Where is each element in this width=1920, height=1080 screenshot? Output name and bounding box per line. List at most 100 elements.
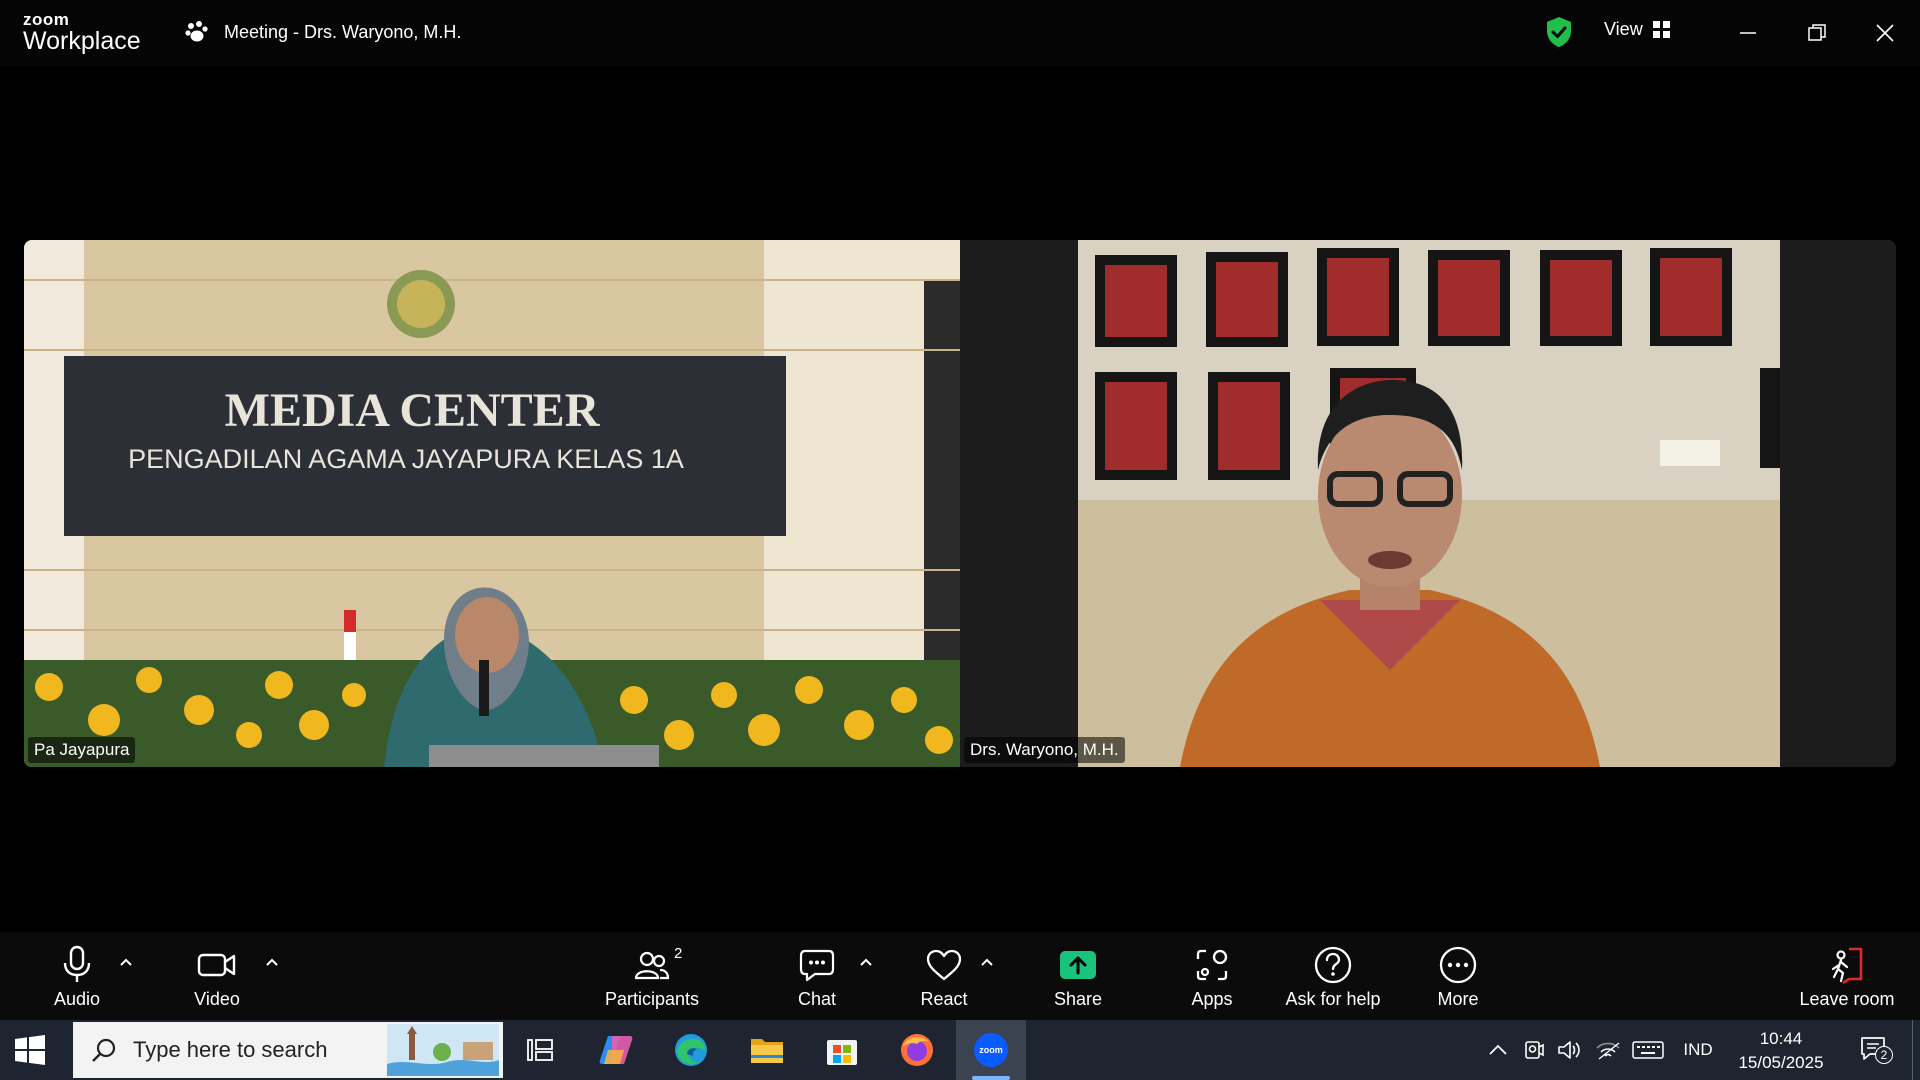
meeting-stage: MEDIA CENTER PENGADILAN AGAMA JAYAPURA K… bbox=[0, 66, 1920, 932]
view-button[interactable]: View bbox=[1604, 19, 1671, 40]
language-label: IND bbox=[1683, 1040, 1713, 1059]
video-options-caret[interactable] bbox=[262, 952, 282, 972]
chevron-up-icon bbox=[266, 958, 278, 966]
meeting-title-text: Meeting - Drs. Waryono, M.H. bbox=[224, 21, 462, 42]
file-explorer-button[interactable] bbox=[747, 1030, 787, 1070]
webcam-icon bbox=[1525, 1041, 1544, 1059]
search-highlight-illustration bbox=[387, 1024, 499, 1076]
meet-now-button[interactable] bbox=[1520, 1038, 1548, 1062]
chat-label: Chat bbox=[797, 989, 837, 1009]
chevron-up-icon bbox=[120, 958, 132, 966]
meeting-toolbar: Audio Video 2 Participants Chat React Sh… bbox=[0, 932, 1920, 1020]
heart-icon bbox=[926, 949, 962, 981]
restore-button[interactable] bbox=[1799, 15, 1835, 51]
view-label: View bbox=[1604, 19, 1643, 39]
chat-icon bbox=[799, 949, 835, 982]
share-button[interactable]: Share bbox=[1018, 942, 1138, 1010]
participant-name-tag: Pa Jayapura bbox=[28, 737, 136, 763]
participants-label: Participants bbox=[604, 989, 700, 1009]
sign-line-1: MEDIA CENTER bbox=[225, 384, 601, 437]
zoom-taskbar-button[interactable]: zoom bbox=[971, 1030, 1011, 1070]
microsoft-store-button[interactable] bbox=[822, 1030, 862, 1070]
minimize-icon bbox=[1740, 32, 1756, 34]
logo-small-text: zoom bbox=[23, 10, 70, 29]
clock-date: 15/05/2025 bbox=[1738, 1053, 1824, 1072]
audio-options-caret[interactable] bbox=[116, 952, 136, 972]
grid-icon bbox=[1652, 20, 1670, 38]
video-tile-drs-waryono[interactable]: Drs. Waryono, M.H. bbox=[960, 240, 1896, 767]
apps-label: Apps bbox=[1191, 989, 1233, 1009]
logo-big-text: Workplace bbox=[23, 27, 141, 55]
speaker-icon bbox=[1558, 1041, 1580, 1059]
ask-for-help-label: Ask for help bbox=[1285, 989, 1381, 1009]
audio-label: Audio bbox=[53, 989, 101, 1009]
chevron-up-icon bbox=[981, 958, 993, 966]
video-camera-icon bbox=[197, 953, 236, 977]
leave-room-button[interactable]: Leave room bbox=[1787, 942, 1907, 1010]
touch-keyboard-button[interactable] bbox=[1630, 1038, 1666, 1062]
chat-options-caret[interactable] bbox=[856, 952, 876, 972]
close-button[interactable] bbox=[1867, 15, 1903, 51]
leave-room-label: Leave room bbox=[1799, 989, 1895, 1009]
more-button[interactable]: More bbox=[1398, 942, 1518, 1010]
copilot-button[interactable] bbox=[596, 1030, 636, 1070]
firefox-icon bbox=[901, 1034, 933, 1066]
shield-check-icon[interactable] bbox=[1545, 16, 1573, 48]
share-label: Share bbox=[1053, 989, 1103, 1009]
show-hidden-icons-button[interactable] bbox=[1486, 1038, 1510, 1062]
leave-room-icon bbox=[1831, 947, 1863, 985]
more-icon bbox=[1439, 946, 1477, 984]
video-button[interactable]: Video bbox=[157, 942, 277, 1010]
volume-button[interactable] bbox=[1555, 1038, 1583, 1062]
show-desktop-strip[interactable] bbox=[1912, 1020, 1920, 1080]
chevron-up-icon bbox=[1489, 1044, 1507, 1055]
file-explorer-icon bbox=[751, 1039, 783, 1063]
task-view-icon bbox=[527, 1039, 553, 1061]
windows-start-icon[interactable] bbox=[14, 1034, 46, 1066]
wifi-icon bbox=[1596, 1042, 1620, 1060]
edge-icon bbox=[675, 1034, 707, 1066]
notification-center-button[interactable]: 2 bbox=[1856, 1034, 1896, 1066]
restore-icon bbox=[1808, 24, 1826, 41]
help-icon bbox=[1314, 946, 1352, 984]
search-icon bbox=[92, 1038, 116, 1062]
svg-text:zoom: zoom bbox=[979, 1045, 1003, 1055]
active-task-indicator bbox=[972, 1076, 1010, 1080]
participants-count: 2 bbox=[674, 945, 683, 962]
zoom-icon: zoom bbox=[974, 1033, 1008, 1067]
share-screen-icon bbox=[1060, 951, 1096, 979]
participant-name-tag: Drs. Waryono, M.H. bbox=[964, 737, 1125, 763]
edge-button[interactable] bbox=[671, 1030, 711, 1070]
video-tile-pa-jayapura[interactable]: MEDIA CENTER PENGADILAN AGAMA JAYAPURA K… bbox=[24, 240, 960, 767]
react-label: React bbox=[920, 989, 968, 1009]
microsoft-store-icon bbox=[827, 1040, 857, 1065]
taskbar-search-box[interactable]: Type here to search bbox=[73, 1022, 503, 1078]
minimize-button[interactable] bbox=[1730, 15, 1766, 51]
more-label: More bbox=[1437, 989, 1479, 1009]
video-feed-drs-waryono bbox=[960, 240, 1896, 767]
title-bar: zoom Workplace Meeting - Drs. Waryono, M… bbox=[0, 0, 1920, 66]
sign-line-2: PENGADILAN AGAMA JAYAPURA KELAS 1A bbox=[128, 444, 684, 474]
participants-button[interactable]: 2 Participants bbox=[592, 942, 712, 1010]
notification-count: 2 bbox=[1875, 1046, 1893, 1064]
paw-icon bbox=[185, 21, 208, 42]
network-button[interactable] bbox=[1592, 1038, 1624, 1062]
zoom-workplace-logo: zoom Workplace bbox=[23, 11, 141, 54]
taskbar-clock[interactable]: 10:44 15/05/2025 bbox=[1726, 1027, 1836, 1075]
input-language-indicator[interactable]: IND bbox=[1676, 1038, 1720, 1062]
windows-taskbar: Type here to search zoom IND 10:44 15/05… bbox=[0, 1020, 1920, 1080]
video-label: Video bbox=[194, 989, 240, 1009]
search-placeholder: Type here to search bbox=[133, 1037, 328, 1062]
video-gallery: MEDIA CENTER PENGADILAN AGAMA JAYAPURA K… bbox=[24, 240, 1896, 767]
meeting-title: Meeting - Drs. Waryono, M.H. bbox=[184, 19, 461, 45]
firefox-button[interactable] bbox=[897, 1030, 937, 1070]
ask-for-help-button[interactable]: Ask for help bbox=[1273, 942, 1393, 1010]
chevron-up-icon bbox=[860, 958, 872, 966]
close-icon bbox=[1876, 24, 1894, 42]
participants-icon bbox=[634, 951, 670, 980]
react-options-caret[interactable] bbox=[977, 952, 997, 972]
copilot-icon bbox=[599, 1036, 633, 1064]
apps-button[interactable]: Apps bbox=[1152, 942, 1272, 1010]
task-view-button[interactable] bbox=[520, 1030, 560, 1070]
apps-icon bbox=[1196, 949, 1228, 981]
